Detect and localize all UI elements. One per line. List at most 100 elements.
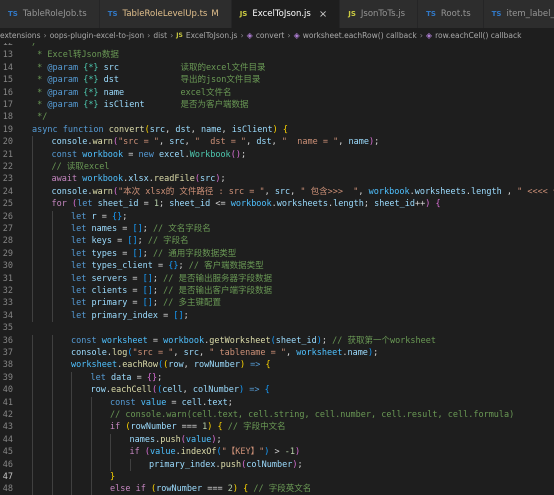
indent-guide <box>32 136 33 149</box>
indent-guide <box>32 371 33 385</box>
tab-tablerolelevelup-ts[interactable]: TS TableRoleLevelUp.ts M <box>99 0 232 28</box>
code-token: convert <box>108 124 145 135</box>
code-line[interactable]: 45 if (value.indexOf("【KEY】") > -1) <box>0 446 554 459</box>
line-number: 19 <box>2 124 13 135</box>
code-line[interactable]: 21 const workbook = new excel.Workbook(); <box>0 148 554 161</box>
code-token: ; <box>157 372 163 383</box>
breadcrumb-item[interactable]: worksheet.eachRow() callback <box>303 31 417 40</box>
code-line[interactable]: 42 // console.warn(cell.text, cell.string… <box>0 409 554 422</box>
code-line[interactable]: 13 * Excel转Json数据 <box>0 49 554 61</box>
code-line[interactable]: 29 let types = []; // 通用字段数据类型 <box>0 247 554 261</box>
code-token: { <box>264 385 270 396</box>
code-line[interactable]: 46 primary_index.push(colNumber); <box>0 458 554 471</box>
code-line[interactable]: 44 names.push(value); <box>0 433 554 447</box>
tab-root-ts[interactable]: TS Root.ts <box>418 0 484 28</box>
indent-guide <box>71 409 72 422</box>
code-line[interactable]: 18 */ <box>0 111 554 123</box>
code-token: dst <box>175 124 191 135</box>
line-number: 13 <box>2 50 13 61</box>
code-token: ; <box>152 273 164 284</box>
code-token: ; <box>152 298 164 309</box>
chevron-right-icon: › <box>170 31 174 40</box>
breadcrumb-item[interactable]: ExcelToJson.js <box>186 31 238 40</box>
code-line[interactable]: 35 <box>0 322 554 334</box>
code-content: */ <box>32 111 47 123</box>
code-token: else <box>110 484 131 495</box>
code-line[interactable]: 36 const worksheet = workbook.getWorkshee… <box>0 334 554 347</box>
tab-item-label-obj-ts[interactable]: TS item_label_obj.ts <box>483 0 554 28</box>
tab-exceltojson-js[interactable]: JS ExcelToJson.js × <box>231 0 341 28</box>
line-number: 17 <box>2 100 13 110</box>
code-editor[interactable]: 12/** 13 * Excel转Json数据 14 * @param {*} sr… <box>0 43 554 495</box>
code-line[interactable]: 28 let keys = []; // 字段名 <box>0 235 554 248</box>
code-line[interactable]: 41 const value = cell.text; <box>0 396 554 409</box>
code-line[interactable]: 30 let types_client = {}; // 客户端数据类型 <box>0 260 554 273</box>
indent-guide <box>32 210 33 223</box>
code-line[interactable]: 38 worksheet.eachRow((row, rowNumber) => … <box>0 359 554 372</box>
code-line[interactable]: 32 let clients = []; // 是否输出客户端字段数据 <box>0 285 554 298</box>
code-token: sheet_id <box>169 199 211 210</box>
code-line[interactable]: 43 if (rowNumber === 1) { // 字段中文名 <box>0 421 554 434</box>
indent-guide <box>32 285 33 298</box>
code-token: = <box>158 310 174 321</box>
code-token: names <box>129 434 156 445</box>
line-number: 48 <box>2 484 13 495</box>
code-token: primary_index <box>91 310 159 321</box>
tab-label: TableRoleJob.ts <box>22 9 87 19</box>
code-line[interactable]: 14 * @param {*} src 读取的excel文件目录 <box>0 62 554 74</box>
code-line[interactable]: 39 let data = {}; <box>0 371 554 385</box>
breadcrumb-item[interactable]: dist <box>153 31 167 40</box>
code-token: ; <box>183 310 189 321</box>
code-token: = <box>111 236 128 247</box>
indent-guide <box>32 409 33 422</box>
code-token: 导出的json文件目录 <box>119 75 261 86</box>
code-token: = <box>152 261 169 272</box>
code-token: ) <box>295 447 301 458</box>
code-line[interactable]: 15 * @param {*} dst 导出的json文件目录 <box>0 74 554 86</box>
code-token: workbook <box>163 335 205 346</box>
code-line[interactable]: 47} <box>0 471 554 484</box>
code-line[interactable]: 40 row.eachCell((cell, colNumber) => { <box>0 384 554 397</box>
code-token: for <box>51 199 67 210</box>
code-line[interactable]: 25 for (let sheet_id = 1; sheet_id <= wor… <box>0 198 554 211</box>
tab-tablerolejob-ts[interactable]: TS TableRoleJob.ts <box>0 0 100 28</box>
indent-guide <box>32 359 33 372</box>
indent-guide <box>32 396 33 409</box>
code-line[interactable]: 24 console.warn("本次 xlsx的 文件路径 : src = ",… <box>0 185 554 199</box>
indent-guide <box>51 260 53 273</box>
code-token: ; <box>142 224 153 234</box>
breadcrumb-item[interactable]: extensions <box>0 31 40 40</box>
line-number: 26 <box>2 211 13 222</box>
indent-guide <box>51 285 53 298</box>
code-token: let <box>71 273 87 284</box>
breadcrumb-item[interactable]: row.eachCell() callback <box>435 31 521 40</box>
code-line[interactable]: 22 // 读取excel <box>0 161 554 174</box>
code-line[interactable]: 23 await workbook.xlsx.readFile(src); <box>0 173 554 186</box>
indent-guide <box>32 198 33 211</box>
code-line[interactable]: 16 * @param {*} name excel文件名 <box>0 87 554 99</box>
indent-guide <box>51 334 53 347</box>
code-line[interactable]: 17 * @param {*} isClient 是否为客户端数据 <box>0 99 554 111</box>
code-token: */ <box>32 112 48 123</box>
code-line[interactable]: 37 console.log("src = ", src, " tablename… <box>0 347 554 360</box>
code-line[interactable]: 34 let primary_index = []; <box>0 309 554 323</box>
code-line[interactable]: 20 console.warn("src = ", src, " dst = ",… <box>0 136 554 149</box>
code-token: let <box>71 211 87 222</box>
line-number: 43 <box>2 422 13 433</box>
breadcrumb-item[interactable]: oops-plugin-excel-to-json <box>50 31 144 40</box>
indent-guide <box>32 148 33 161</box>
code-token: if <box>110 422 121 433</box>
code-token: eachCell <box>110 385 152 396</box>
indent-guide <box>51 384 53 397</box>
code-line[interactable]: 26 let r = {}; <box>0 210 554 223</box>
close-icon[interactable]: × <box>319 9 327 20</box>
code-line[interactable]: 33 let primary = []; // 多主键配置 <box>0 297 554 310</box>
code-line[interactable]: 27 let names = []; // 文名字段名 <box>0 223 554 236</box>
indent-guide <box>71 458 72 471</box>
breadcrumb-item[interactable]: convert <box>256 31 285 40</box>
code-line[interactable]: 48 else if (rowNumber === 2) { // 字段英文名 <box>0 483 554 495</box>
code-line[interactable]: 31 let servers = []; // 是否输出服务器字段数据 <box>0 272 554 285</box>
tab-jsontots-js[interactable]: JS JsonToTs.js <box>340 0 419 28</box>
code-line[interactable]: 19 async function convert(src, dst, name,… <box>0 124 554 136</box>
code-token: = <box>123 149 139 160</box>
